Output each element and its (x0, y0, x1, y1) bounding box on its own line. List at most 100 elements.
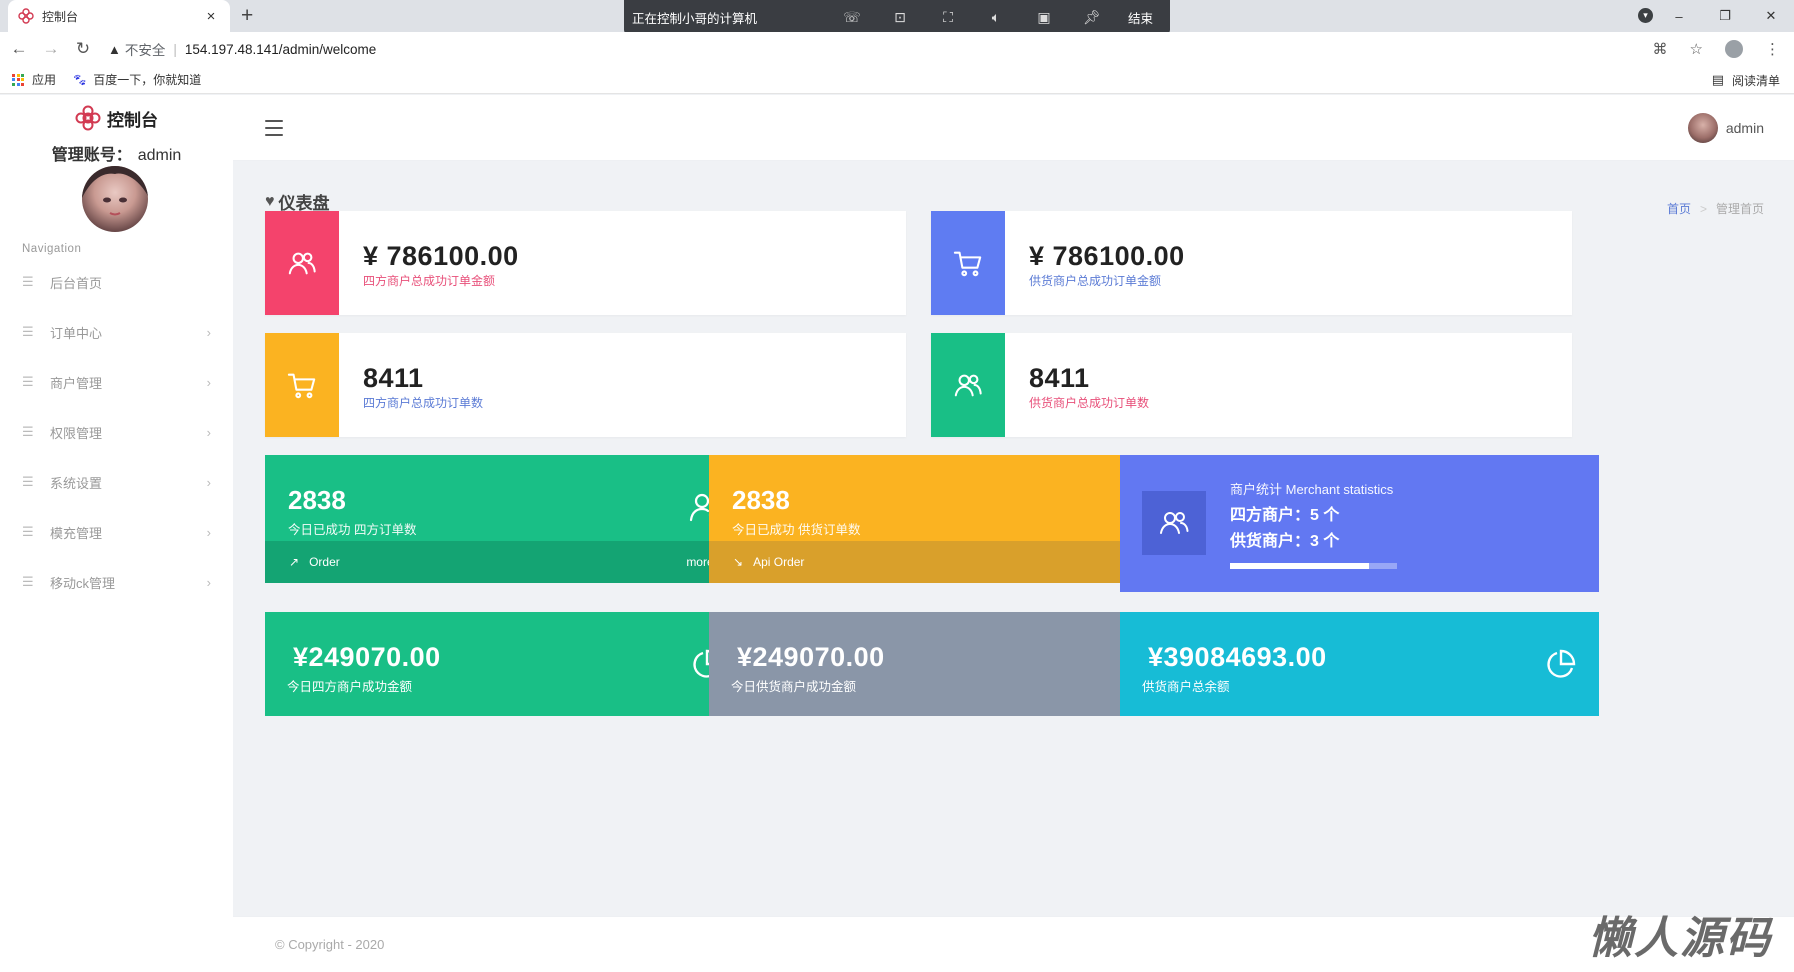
list-icon: ☰ (22, 274, 34, 289)
sidebar-item[interactable]: ☰ 订单中心 › (0, 307, 233, 357)
avatar[interactable] (82, 166, 148, 232)
tab-title: 控制台 (42, 9, 79, 24)
actual-size-icon[interactable]: ⊡ (876, 9, 924, 26)
address-separator: | (173, 41, 177, 57)
tile-footer-label: Order (309, 555, 340, 569)
breadcrumb-current: 管理首页 (1715, 202, 1764, 216)
profile-menu-icon[interactable]: ▾ (1638, 8, 1653, 23)
trend-up-icon: ↗ (289, 555, 300, 569)
tile-subtitle: 今日已成功 供货订单数 (732, 523, 861, 537)
warning-icon[interactable]: ▲ (108, 42, 121, 57)
maximize-icon[interactable]: ❐ (1702, 8, 1748, 24)
chevron-right-icon: › (206, 374, 211, 390)
window-close-icon[interactable]: ✕ (1748, 8, 1794, 24)
app-topbar: admin (233, 95, 1794, 161)
back-icon[interactable]: ← (6, 39, 32, 59)
window-controls: – ❐ ✕ (1656, 0, 1794, 32)
topbar-username: admin (1725, 120, 1764, 136)
users-icon (954, 374, 982, 397)
list-icon: ☰ (22, 574, 34, 589)
stat-card-icon-box (931, 211, 1005, 315)
nav-heading: Navigation (22, 243, 82, 255)
remote-control-bar: 正在控制小哥的计算机 ☏ ⊡ ⛶ 🔈︎ ▣ 📌︎ 结束 (624, 0, 1170, 34)
browser-menu-icon[interactable]: ⋮ (1765, 40, 1780, 58)
merchant-progress-fill (1230, 563, 1369, 569)
sidebar-item[interactable]: ☰ 模充管理 › (0, 507, 233, 557)
money-value: ¥39084693.00 (1148, 642, 1327, 672)
merchant-icon-box (1142, 491, 1206, 555)
chevron-right-icon: › (206, 524, 211, 540)
chevron-right-icon: › (206, 474, 211, 490)
bookmark-apps[interactable]: 应用 (12, 71, 56, 88)
logo-icon (18, 8, 34, 24)
volume-icon[interactable]: 🔈︎ (972, 9, 1020, 26)
chevron-right-icon: › (206, 574, 211, 590)
sidebar-item[interactable]: ☰ 系统设置 › (0, 457, 233, 507)
breadcrumb-home-link[interactable]: 首页 (1667, 202, 1691, 216)
url-text[interactable]: 154.197.48.141/admin/welcome (185, 42, 376, 57)
tile-footer[interactable]: ↗ Order more › (265, 541, 745, 583)
tile-number: 2838 (288, 485, 346, 515)
money-label: 今日四方商户成功金额 (287, 680, 413, 694)
apps-grid-icon (12, 73, 24, 86)
api-order-tile: 2838 今日已成功 供货订单数 ↘ Api Order more › (709, 455, 1189, 583)
pie-chart-icon (1547, 649, 1576, 678)
page-footer: © Copyright - 2020 (233, 916, 1794, 972)
browser-tab[interactable]: 控制台 × (8, 0, 230, 32)
reading-list-button[interactable]: ▤ 阅读清单 (1712, 66, 1780, 94)
heart-icon: ♥ (265, 192, 275, 210)
cart-icon (287, 373, 316, 399)
money-value: ¥249070.00 (737, 642, 885, 672)
bookmark-star-icon[interactable]: ☆ (1690, 40, 1703, 58)
stat-card: 8411 四方商户总成功订单数 (265, 333, 906, 437)
money-card: ¥249070.00 今日四方商户成功金额 (265, 612, 745, 716)
reading-list-label: 阅读清单 (1731, 73, 1780, 88)
sidebar-item-label: 订单中心 (50, 325, 103, 341)
sidebar-item[interactable]: ☰ 商户管理 › (0, 357, 233, 407)
stat-card: ¥ 786100.00 四方商户总成功订单金额 (265, 211, 906, 315)
list-icon: ☰ (22, 474, 34, 489)
sidebar-item[interactable]: ☰ 权限管理 › (0, 407, 233, 457)
tile-subtitle: 今日已成功 四方订单数 (288, 523, 417, 537)
minimize-icon[interactable]: – (1656, 9, 1702, 24)
fullscreen-icon[interactable]: ⛶ (924, 9, 972, 26)
sidebar-item[interactable]: ☰ 移动ck管理 › (0, 557, 233, 607)
chevron-right-icon: › (206, 424, 211, 440)
stat-label: 四方商户总成功订单金额 (363, 274, 496, 288)
avatar (1687, 113, 1718, 143)
security-label[interactable]: 不安全 (125, 39, 166, 59)
pin-icon[interactable]: 📌︎ (1068, 9, 1116, 26)
sidebar-menu: ☰ 后台首页 ☰ 订单中心 › ☰ 商户管理 › ☰ 权限管理 › ☰ 系统设置 › ☰ 模充管理 › ☰ 移动ck… (0, 257, 233, 607)
address-bar[interactable]: ▲ 不安全 | 154.197.48.141/admin/welcome (108, 39, 376, 59)
list-icon: ☰ (22, 524, 34, 539)
tab-close-icon[interactable]: × (202, 8, 220, 25)
translate-icon[interactable]: ⌘ (1653, 40, 1668, 58)
hd-icon[interactable]: ▣ (1020, 9, 1068, 26)
account-line: 管理账号： admin (0, 141, 233, 165)
stat-card-icon-box (931, 333, 1005, 437)
bookmarks-bar: 应用 🐾︎ 百度一下，你就知道 (0, 66, 1794, 94)
list-icon: ☰ (22, 374, 34, 389)
user-menu[interactable]: admin (1687, 113, 1764, 143)
users-icon (1160, 512, 1189, 534)
account-avatar-icon[interactable] (1725, 40, 1743, 58)
sidebar-logo[interactable]: 控制台 (0, 105, 233, 131)
bookmark-baidu[interactable]: 🐾︎ 百度一下，你就知道 (72, 71, 201, 88)
order-tile: 2838 今日已成功 四方订单数 ↗ Order more › (265, 455, 745, 583)
list-icon: ☰ (22, 324, 34, 339)
menu-toggle-icon[interactable] (265, 120, 283, 136)
money-label: 今日供货商户成功金额 (731, 680, 857, 694)
copyright-text: © Copyright - 2020 (275, 937, 385, 952)
forward-icon[interactable]: → (38, 39, 64, 59)
stat-value: 8411 (363, 363, 424, 393)
logo-icon (75, 105, 101, 131)
new-tab-button[interactable]: + (241, 4, 253, 28)
tile-footer[interactable]: ↘ Api Order more › (709, 541, 1189, 583)
sidebar-item[interactable]: ☰ 后台首页 (0, 257, 233, 307)
phone-icon[interactable]: ☏ (828, 9, 876, 26)
sidebar-item-label: 移动ck管理 (50, 575, 116, 591)
end-remote-button[interactable]: 结束 (1128, 8, 1153, 27)
stat-card: ¥ 786100.00 供货商户总成功订单金额 (931, 211, 1572, 315)
stat-label: 供货商户总成功订单金额 (1029, 274, 1162, 288)
reload-icon[interactable]: ↻ (70, 39, 96, 59)
